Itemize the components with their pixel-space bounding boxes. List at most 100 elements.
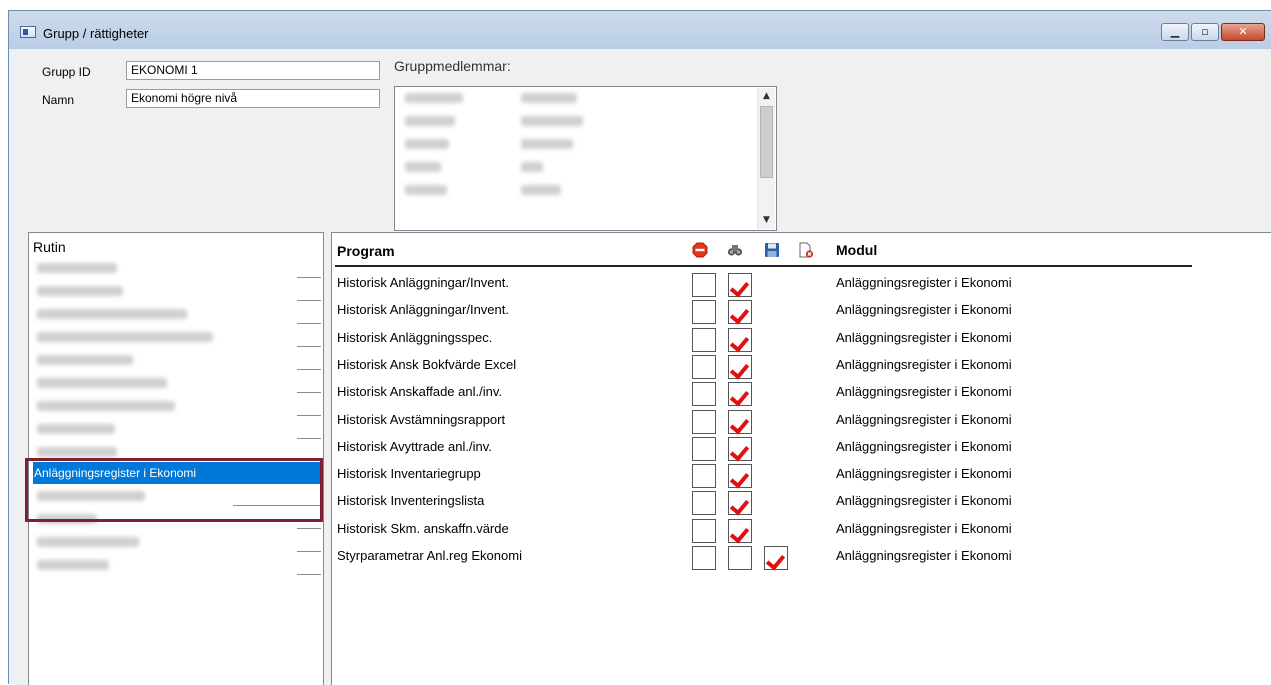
program-module: Anläggningsregister i Ekonomi bbox=[836, 520, 1012, 536]
table-row[interactable]: Styrparametrar Anl.reg Ekonomi Anläggning… bbox=[332, 543, 1271, 570]
stop-permission-checkbox[interactable] bbox=[692, 273, 716, 297]
view-permission-checkbox[interactable] bbox=[728, 327, 752, 352]
program-name: Historisk Avstämningsrapport bbox=[337, 411, 506, 427]
program-column-header[interactable]: Program bbox=[337, 243, 395, 259]
stop-permission-checkbox[interactable] bbox=[692, 436, 716, 461]
program-name: Historisk Skm. anskaffn.värde bbox=[337, 520, 509, 536]
stop-permission-checkbox[interactable] bbox=[692, 464, 716, 489]
window-client-area: Grupp ID EKONOMI 1 Namn Ekonomi högre ni… bbox=[17, 49, 1271, 685]
members-scrollbar[interactable]: ▲ ▼ bbox=[757, 88, 775, 229]
view-permission-checkbox[interactable] bbox=[728, 436, 752, 461]
table-row[interactable]: Historisk Inventariegrupp Anläggningsregi… bbox=[332, 461, 1271, 489]
stop-permission-checkbox[interactable] bbox=[692, 518, 716, 543]
namn-field[interactable]: Ekonomi högre nivå bbox=[126, 89, 380, 108]
table-row[interactable]: Historisk Skm. anskaffn.värde Anläggnings… bbox=[332, 516, 1271, 543]
scroll-up-icon[interactable]: ▲ bbox=[758, 88, 775, 105]
header-divider bbox=[335, 265, 1192, 267]
list-item[interactable] bbox=[401, 116, 743, 130]
program-module: Anläggningsregister i Ekonomi bbox=[836, 384, 1012, 400]
program-name: Historisk Anläggningar/Invent. bbox=[337, 302, 509, 318]
namn-label: Namn bbox=[42, 93, 75, 107]
list-item[interactable] bbox=[33, 280, 321, 302]
view-permission-checkbox[interactable] bbox=[728, 518, 752, 543]
view-permission-checkbox[interactable] bbox=[728, 464, 752, 489]
list-item[interactable] bbox=[33, 257, 321, 279]
list-item[interactable] bbox=[33, 554, 321, 576]
list-item[interactable] bbox=[33, 418, 321, 440]
window-title: Grupp / rättigheter bbox=[43, 26, 149, 41]
group-permissions-window: Grupp / rättigheter ▁ ▫ ✕ Grupp ID EKONO… bbox=[8, 10, 1271, 685]
program-name: Historisk Anläggningsspec. bbox=[337, 329, 493, 345]
close-icon: ✕ bbox=[1238, 25, 1248, 38]
program-name: Historisk Inventariegrupp bbox=[337, 466, 481, 482]
stop-permission-checkbox[interactable] bbox=[692, 300, 716, 325]
table-row[interactable]: Historisk Anskaffade anl./inv. Anläggning… bbox=[332, 379, 1271, 407]
view-permission-checkbox[interactable] bbox=[728, 491, 752, 516]
program-name: Historisk Ansk Bokfvärde Excel bbox=[337, 356, 517, 372]
close-button[interactable]: ✕ bbox=[1221, 23, 1265, 41]
list-item[interactable] bbox=[33, 395, 321, 417]
stop-permission-checkbox[interactable] bbox=[692, 491, 716, 516]
minimize-button[interactable]: ▁ bbox=[1161, 23, 1189, 41]
members-list[interactable]: ▲ ▼ bbox=[394, 86, 777, 231]
list-item[interactable] bbox=[401, 93, 743, 107]
stop-permission-checkbox[interactable] bbox=[692, 327, 716, 352]
modul-column-header[interactable]: Modul bbox=[836, 242, 877, 258]
program-module: Anläggningsregister i Ekonomi bbox=[836, 275, 1012, 290]
maximize-button[interactable]: ▫ bbox=[1191, 23, 1219, 41]
stop-permission-checkbox[interactable] bbox=[692, 546, 716, 570]
members-label: Gruppmedlemmar: bbox=[394, 58, 511, 74]
program-module: Anläggningsregister i Ekonomi bbox=[836, 302, 1012, 318]
grupp-id-field[interactable]: EKONOMI 1 bbox=[126, 61, 380, 80]
list-item[interactable] bbox=[33, 531, 321, 553]
view-permission-checkbox[interactable] bbox=[728, 409, 752, 434]
program-name: Styrparametrar Anl.reg Ekonomi bbox=[337, 548, 522, 563]
program-name: Historisk Inventeringslista bbox=[337, 493, 485, 509]
list-item[interactable] bbox=[33, 372, 321, 394]
view-permission-checkbox[interactable] bbox=[728, 273, 752, 297]
delete-document-icon bbox=[799, 242, 814, 258]
list-item[interactable] bbox=[401, 185, 743, 199]
program-module: Anläggningsregister i Ekonomi bbox=[836, 548, 1012, 563]
stop-permission-checkbox[interactable] bbox=[692, 409, 716, 434]
table-row[interactable]: Historisk Inventeringslista Anläggningsre… bbox=[332, 488, 1271, 516]
program-module: Anläggningsregister i Ekonomi bbox=[836, 329, 1012, 345]
selection-highlight-annotation bbox=[25, 458, 323, 522]
table-row[interactable]: Historisk Ansk Bokfvärde Excel Anläggning… bbox=[332, 352, 1271, 379]
rutin-header: Rutin bbox=[33, 239, 66, 255]
table-row[interactable]: Historisk Anläggningar/Invent. Anläggning… bbox=[332, 270, 1271, 297]
table-row[interactable]: Historisk Avstämningsrapport Anläggningsr… bbox=[332, 407, 1271, 434]
stop-icon bbox=[692, 242, 708, 258]
program-module: Anläggningsregister i Ekonomi bbox=[836, 356, 1012, 372]
scroll-thumb[interactable] bbox=[760, 106, 773, 178]
scroll-down-icon[interactable]: ▼ bbox=[758, 212, 775, 229]
list-item[interactable] bbox=[33, 326, 321, 348]
view-permission-checkbox[interactable] bbox=[728, 546, 752, 570]
table-row[interactable]: Historisk Anläggningar/Invent. Anläggning… bbox=[332, 297, 1271, 325]
save-icon bbox=[765, 243, 779, 257]
window-controls: ▁ ▫ ✕ bbox=[1161, 23, 1265, 41]
binoculars-icon bbox=[727, 245, 743, 256]
table-row[interactable]: Historisk Avyttrade anl./inv. Anläggnings… bbox=[332, 434, 1271, 461]
window-icon bbox=[20, 26, 36, 38]
save-permission-checkbox[interactable] bbox=[764, 546, 788, 570]
program-module: Anläggningsregister i Ekonomi bbox=[836, 493, 1012, 509]
list-item[interactable] bbox=[401, 162, 743, 176]
stop-permission-checkbox[interactable] bbox=[692, 382, 716, 407]
list-item[interactable] bbox=[33, 303, 321, 325]
program-name: Historisk Anskaffade anl./inv. bbox=[337, 384, 502, 400]
program-grid: Program Modul Historisk Anläggningar/Inv… bbox=[331, 232, 1271, 685]
program-name: Historisk Anläggningar/Invent. bbox=[337, 275, 509, 290]
list-item[interactable] bbox=[401, 139, 743, 153]
view-permission-checkbox[interactable] bbox=[728, 382, 752, 407]
list-item[interactable] bbox=[33, 349, 321, 371]
view-permission-checkbox[interactable] bbox=[728, 300, 752, 325]
title-bar[interactable]: Grupp / rättigheter ▁ ▫ ✕ bbox=[9, 11, 1271, 49]
program-name: Historisk Avyttrade anl./inv. bbox=[337, 438, 492, 454]
program-grid-header: Program Modul bbox=[332, 233, 1271, 260]
view-permission-checkbox[interactable] bbox=[728, 354, 752, 379]
program-module: Anläggningsregister i Ekonomi bbox=[836, 411, 1012, 427]
maximize-icon: ▫ bbox=[1201, 25, 1209, 38]
table-row[interactable]: Historisk Anläggningsspec. Anläggningsreg… bbox=[332, 325, 1271, 352]
stop-permission-checkbox[interactable] bbox=[692, 354, 716, 379]
